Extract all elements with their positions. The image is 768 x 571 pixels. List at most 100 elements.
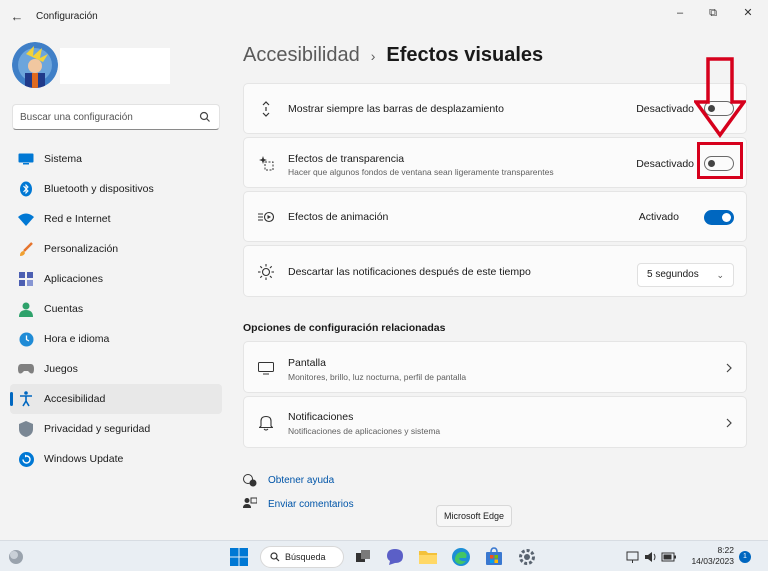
wifi-icon bbox=[18, 211, 34, 227]
sun-icon bbox=[258, 264, 274, 280]
profile-name-redacted bbox=[60, 48, 170, 84]
breadcrumb: Accesibilidad › Efectos visuales bbox=[243, 44, 543, 67]
setting-scrollbars[interactable]: Mostrar siempre las barras de desplazami… bbox=[243, 83, 747, 134]
update-icon bbox=[18, 451, 34, 467]
sidebar-item-aplicaciones[interactable]: Aplicaciones bbox=[10, 264, 222, 294]
sidebar-item-label: Juegos bbox=[44, 363, 78, 375]
search-icon bbox=[199, 111, 210, 122]
sidebar-item-accesibilidad[interactable]: Accesibilidad bbox=[10, 384, 222, 414]
setting-state: Activado bbox=[638, 211, 679, 223]
display-icon bbox=[258, 360, 274, 376]
app-title: Configuración bbox=[36, 11, 98, 22]
help-link-label: Obtener ayuda bbox=[268, 474, 335, 486]
settings-search[interactable] bbox=[12, 104, 220, 130]
shield-icon bbox=[18, 421, 34, 437]
sidebar-item-bluetooth[interactable]: Bluetooth y dispositivos bbox=[10, 174, 222, 204]
task-view-icon[interactable] bbox=[353, 547, 373, 567]
search-input[interactable] bbox=[13, 105, 188, 129]
volume-icon[interactable] bbox=[644, 547, 658, 567]
setting-description: Hacer que algunos fondos de ventana sean… bbox=[288, 167, 554, 177]
sidebar-item-privacidad[interactable]: Privacidad y seguridad bbox=[10, 414, 222, 444]
animation-icon bbox=[258, 209, 274, 225]
edge-icon[interactable] bbox=[451, 547, 471, 567]
taskbar-search-label: Búsqueda bbox=[285, 552, 326, 562]
sidebar-item-label: Accesibilidad bbox=[44, 393, 106, 405]
minimize-button[interactable]: – bbox=[669, 4, 691, 22]
breadcrumb-parent[interactable]: Accesibilidad bbox=[243, 44, 360, 67]
dropdown-value: 5 segundos bbox=[647, 269, 699, 280]
sidebar-item-hora[interactable]: Hora e idioma bbox=[10, 324, 222, 354]
search-icon bbox=[270, 552, 280, 562]
weather-icon[interactable] bbox=[6, 547, 26, 567]
accessibility-icon bbox=[18, 391, 34, 407]
taskbar-clock[interactable]: 8:22 14/03/2023 bbox=[691, 545, 734, 567]
clock-date: 14/03/2023 bbox=[691, 556, 734, 566]
annotation-highlight-box bbox=[697, 142, 743, 179]
sidebar-item-label: Hora e idioma bbox=[44, 333, 110, 345]
animation-toggle[interactable] bbox=[704, 210, 734, 225]
avatar[interactable] bbox=[12, 42, 58, 88]
bell-icon bbox=[258, 415, 274, 431]
chat-icon[interactable] bbox=[385, 547, 405, 567]
monitor-icon bbox=[18, 151, 34, 167]
notification-badge[interactable]: 1 bbox=[739, 551, 751, 563]
feedback-icon bbox=[243, 497, 257, 508]
sidebar-item-label: Personalización bbox=[44, 243, 119, 255]
edge-tooltip: Microsoft Edge bbox=[436, 505, 512, 527]
sidebar-item-label: Sistema bbox=[44, 153, 82, 165]
setting-state: Desactivado bbox=[636, 158, 694, 170]
sidebar-item-juegos[interactable]: Juegos bbox=[10, 354, 222, 384]
sidebar-item-label: Aplicaciones bbox=[44, 273, 103, 285]
sidebar-item-sistema[interactable]: Sistema bbox=[10, 144, 222, 174]
related-description: Notificaciones de aplicaciones y sistema bbox=[288, 426, 441, 436]
maximize-button[interactable]: ⧉ bbox=[702, 4, 724, 22]
feedback-link[interactable]: Enviar comentarios bbox=[243, 497, 354, 511]
close-button[interactable]: ✕ bbox=[737, 4, 759, 22]
chevron-down-icon: ⌄ bbox=[716, 270, 724, 280]
clock-time: 8:22 bbox=[717, 545, 734, 555]
related-label: Notificaciones bbox=[288, 411, 354, 423]
sidebar-item-red[interactable]: Red e Internet bbox=[10, 204, 222, 234]
setting-label: Descartar las notificaciones después de … bbox=[288, 266, 531, 278]
sidebar-item-cuentas[interactable]: Cuentas bbox=[10, 294, 222, 324]
timeout-dropdown[interactable]: 5 segundos ⌄ bbox=[637, 263, 734, 287]
back-arrow-icon[interactable]: ← bbox=[8, 8, 26, 26]
setting-label: Efectos de transparencia bbox=[288, 153, 405, 165]
person-icon bbox=[18, 301, 34, 317]
sidebar-item-label: Red e Internet bbox=[44, 213, 111, 225]
related-settings-title: Opciones de configuración relacionadas bbox=[243, 322, 446, 334]
sidebar-item-label: Windows Update bbox=[44, 453, 124, 465]
chevron-right-icon bbox=[726, 418, 732, 428]
taskbar-search[interactable]: Búsqueda bbox=[260, 546, 344, 568]
settings-gear-icon[interactable] bbox=[517, 547, 537, 567]
windows-start-icon[interactable] bbox=[229, 547, 249, 567]
store-icon[interactable] bbox=[484, 547, 504, 567]
chevron-right-icon bbox=[726, 363, 732, 373]
sidebar-item-label: Cuentas bbox=[44, 303, 84, 315]
battery-icon[interactable] bbox=[661, 547, 677, 567]
scrollbar-icon bbox=[258, 101, 274, 117]
related-item-pantalla[interactable]: Pantalla Monitores, brillo, luz nocturna… bbox=[243, 341, 747, 393]
globe-clock-icon bbox=[18, 331, 34, 347]
setting-transparency[interactable]: Efectos de transparencia Hacer que algun… bbox=[243, 137, 747, 188]
sidebar-item-windows-update[interactable]: Windows Update bbox=[10, 444, 222, 474]
related-label: Pantalla bbox=[288, 357, 326, 369]
annotation-arrow-icon bbox=[694, 57, 746, 138]
sidebar-item-personalizacion[interactable]: Personalización bbox=[10, 234, 222, 264]
title-bar: ← Configuración – ⧉ ✕ bbox=[0, 0, 768, 34]
setting-notification-timeout[interactable]: Descartar las notificaciones después de … bbox=[243, 245, 747, 297]
related-description: Monitores, brillo, luz nocturna, perfil … bbox=[288, 372, 467, 382]
transparency-icon bbox=[258, 155, 274, 171]
toggle-knob bbox=[722, 213, 731, 222]
setting-animation[interactable]: Efectos de animación Activado bbox=[243, 191, 747, 242]
network-icon[interactable] bbox=[626, 547, 640, 567]
breadcrumb-separator: › bbox=[370, 47, 376, 64]
taskbar: Búsqueda 8:22 14/03/2023 1 bbox=[0, 540, 768, 571]
apps-icon bbox=[18, 271, 34, 287]
sidebar-nav: Sistema Bluetooth y dispositivos Red e I… bbox=[10, 144, 222, 474]
help-link[interactable]: Obtener ayuda bbox=[243, 473, 334, 487]
gamepad-icon bbox=[18, 361, 34, 377]
file-explorer-icon[interactable] bbox=[418, 547, 438, 567]
page-title: Efectos visuales bbox=[386, 44, 544, 66]
related-item-notificaciones[interactable]: Notificaciones Notificaciones de aplicac… bbox=[243, 396, 747, 448]
